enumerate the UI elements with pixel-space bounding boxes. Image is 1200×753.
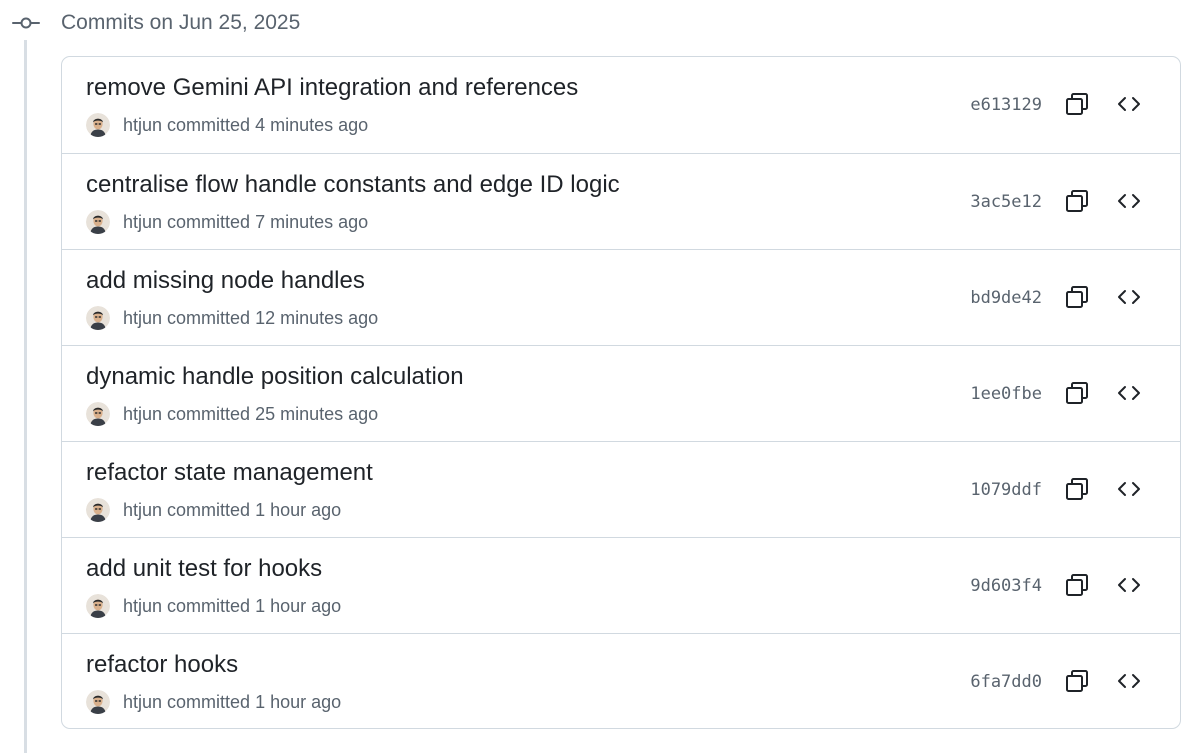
commit-sha-link[interactable]: 1ee0fbe bbox=[970, 382, 1042, 406]
avatar[interactable] bbox=[86, 306, 110, 330]
commit-time: 12 minutes ago bbox=[255, 307, 379, 328]
copy-sha-button[interactable] bbox=[1060, 87, 1094, 121]
commit-time: 1 hour ago bbox=[255, 691, 342, 712]
commit-time: 1 hour ago bbox=[255, 499, 342, 520]
commit-author-link[interactable]: htjun bbox=[123, 596, 162, 617]
browse-repository-button[interactable] bbox=[1112, 87, 1146, 121]
commit-meta: htjun committed 4 minutes ago bbox=[86, 113, 368, 137]
commit-author-link[interactable]: htjun bbox=[123, 692, 162, 713]
commit-list: remove Gemini API integration and refere… bbox=[61, 56, 1181, 729]
commit-row: refactor hooks htjun committed 1 hour ag… bbox=[62, 633, 1180, 728]
commit-sha-link[interactable]: e613129 bbox=[970, 93, 1042, 117]
copy-sha-button[interactable] bbox=[1060, 568, 1094, 602]
copy-sha-button[interactable] bbox=[1060, 184, 1094, 218]
copy-icon bbox=[1064, 668, 1090, 694]
commit-action: committed bbox=[167, 499, 251, 520]
commit-message-link[interactable]: remove Gemini API integration and refere… bbox=[86, 73, 578, 103]
browse-repository-button[interactable] bbox=[1112, 568, 1146, 602]
avatar[interactable] bbox=[86, 402, 110, 426]
avatar[interactable] bbox=[86, 690, 110, 714]
commit-action: committed bbox=[167, 595, 251, 616]
commit-row: remove Gemini API integration and refere… bbox=[62, 57, 1180, 153]
avatar[interactable] bbox=[86, 594, 110, 618]
copy-sha-button[interactable] bbox=[1060, 376, 1094, 410]
commit-author-link[interactable]: htjun bbox=[123, 212, 162, 233]
commit-meta: htjun committed 1 hour ago bbox=[86, 594, 341, 618]
commit-row: dynamic handle position calculation htju… bbox=[62, 345, 1180, 441]
commit-sha-link[interactable]: bd9de42 bbox=[970, 286, 1042, 310]
commit-author-link[interactable]: htjun bbox=[123, 404, 162, 425]
commit-time: 4 minutes ago bbox=[255, 114, 369, 135]
browse-repository-button[interactable] bbox=[1112, 184, 1146, 218]
commit-meta: htjun committed 1 hour ago bbox=[86, 690, 341, 714]
commit-row: refactor state management htjun committe… bbox=[62, 441, 1180, 537]
avatar[interactable] bbox=[86, 498, 110, 522]
commit-group-title: Commits on Jun 25, 2025 bbox=[61, 11, 301, 34]
copy-icon bbox=[1064, 572, 1090, 598]
copy-sha-button[interactable] bbox=[1060, 472, 1094, 506]
copy-icon bbox=[1064, 380, 1090, 406]
commit-meta: htjun committed 25 minutes ago bbox=[86, 402, 378, 426]
commit-action: committed bbox=[167, 307, 251, 328]
commit-meta: htjun committed 7 minutes ago bbox=[86, 210, 368, 234]
commit-row: add unit test for hooks htjun committed … bbox=[62, 537, 1180, 633]
copy-icon bbox=[1064, 284, 1090, 310]
commit-action: committed bbox=[167, 114, 251, 135]
commit-sha-link[interactable]: 1079ddf bbox=[970, 478, 1042, 502]
copy-icon bbox=[1064, 188, 1090, 214]
timeline-line bbox=[24, 40, 27, 753]
browse-repository-button[interactable] bbox=[1112, 664, 1146, 698]
browse-repository-button[interactable] bbox=[1112, 376, 1146, 410]
code-icon bbox=[1116, 668, 1142, 694]
commit-time: 1 hour ago bbox=[255, 595, 342, 616]
commit-row: add missing node handles htjun committed… bbox=[62, 249, 1180, 345]
commit-author-link[interactable]: htjun bbox=[123, 115, 162, 136]
commit-author-link[interactable]: htjun bbox=[123, 500, 162, 521]
commit-sha-link[interactable]: 9d603f4 bbox=[970, 574, 1042, 598]
commit-message-link[interactable]: centralise flow handle constants and edg… bbox=[86, 170, 620, 200]
commit-row: centralise flow handle constants and edg… bbox=[62, 153, 1180, 249]
avatar[interactable] bbox=[86, 113, 110, 137]
commit-sha-link[interactable]: 3ac5e12 bbox=[970, 190, 1042, 214]
copy-icon bbox=[1064, 91, 1090, 117]
commit-meta: htjun committed 12 minutes ago bbox=[86, 306, 378, 330]
git-commit-icon bbox=[12, 12, 40, 34]
commit-message-link[interactable]: refactor state management bbox=[86, 458, 373, 488]
copy-sha-button[interactable] bbox=[1060, 280, 1094, 314]
code-icon bbox=[1116, 188, 1142, 214]
commits-page: Commits on Jun 25, 2025 remove Gemini AP… bbox=[0, 0, 1200, 753]
code-icon bbox=[1116, 284, 1142, 310]
commit-message-link[interactable]: add unit test for hooks bbox=[86, 554, 322, 584]
code-icon bbox=[1116, 572, 1142, 598]
commit-action: committed bbox=[167, 691, 251, 712]
avatar[interactable] bbox=[86, 210, 110, 234]
browse-repository-button[interactable] bbox=[1112, 280, 1146, 314]
commit-time: 25 minutes ago bbox=[255, 403, 379, 424]
commit-message-link[interactable]: dynamic handle position calculation bbox=[86, 362, 464, 392]
commit-meta: htjun committed 1 hour ago bbox=[86, 498, 341, 522]
commit-action: committed bbox=[167, 403, 251, 424]
copy-sha-button[interactable] bbox=[1060, 664, 1094, 698]
copy-icon bbox=[1064, 476, 1090, 502]
commit-author-link[interactable]: htjun bbox=[123, 308, 162, 329]
commit-sha-link[interactable]: 6fa7dd0 bbox=[970, 670, 1042, 694]
commit-time: 7 minutes ago bbox=[255, 211, 369, 232]
code-icon bbox=[1116, 380, 1142, 406]
code-icon bbox=[1116, 476, 1142, 502]
browse-repository-button[interactable] bbox=[1112, 472, 1146, 506]
commit-action: committed bbox=[167, 211, 251, 232]
commit-message-link[interactable]: refactor hooks bbox=[86, 650, 238, 680]
code-icon bbox=[1116, 91, 1142, 117]
commit-message-link[interactable]: add missing node handles bbox=[86, 266, 365, 296]
